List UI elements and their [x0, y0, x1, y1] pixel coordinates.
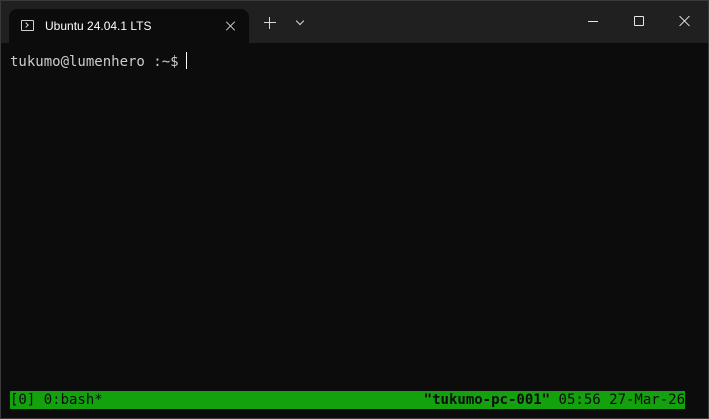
terminal-window: Ubuntu 24.04.1 LTS tukumo@lumenhero :~$ …: [0, 0, 709, 419]
shell-prompt: tukumo@lumenhero :~$: [10, 54, 179, 70]
tmux-status-bar: [0] 0:bash* "tukumo-pc-001" 05:56 27-Mar…: [10, 391, 685, 409]
prompt-line: tukumo@lumenhero :~$: [10, 52, 187, 71]
terminal-icon: [21, 20, 34, 31]
tmux-date: 27-Mar-26: [609, 392, 685, 408]
title-bar[interactable]: Ubuntu 24.04.1 LTS: [1, 1, 708, 43]
terminal-area[interactable]: tukumo@lumenhero :~$ [0] 0:bash* "tukumo…: [1, 43, 708, 418]
chevron-down-icon[interactable]: [293, 14, 309, 30]
tmux-status-right: "tukumo-pc-001" 05:56 27-Mar-26: [424, 391, 685, 409]
tab-title: Ubuntu 24.04.1 LTS: [45, 19, 152, 33]
tmux-hostname: "tukumo-pc-001": [423, 392, 551, 408]
minimize-button[interactable]: [570, 1, 616, 41]
tmux-time: 05:56: [558, 392, 601, 408]
close-tab-icon[interactable]: [222, 17, 240, 35]
close-window-button[interactable]: [662, 1, 708, 41]
text-cursor: [185, 52, 187, 69]
maximize-button[interactable]: [616, 1, 662, 41]
tab-ubuntu[interactable]: Ubuntu 24.04.1 LTS: [9, 9, 249, 43]
tmux-window-list[interactable]: [0] 0:bash*: [10, 391, 103, 409]
plus-icon[interactable]: [261, 14, 279, 32]
